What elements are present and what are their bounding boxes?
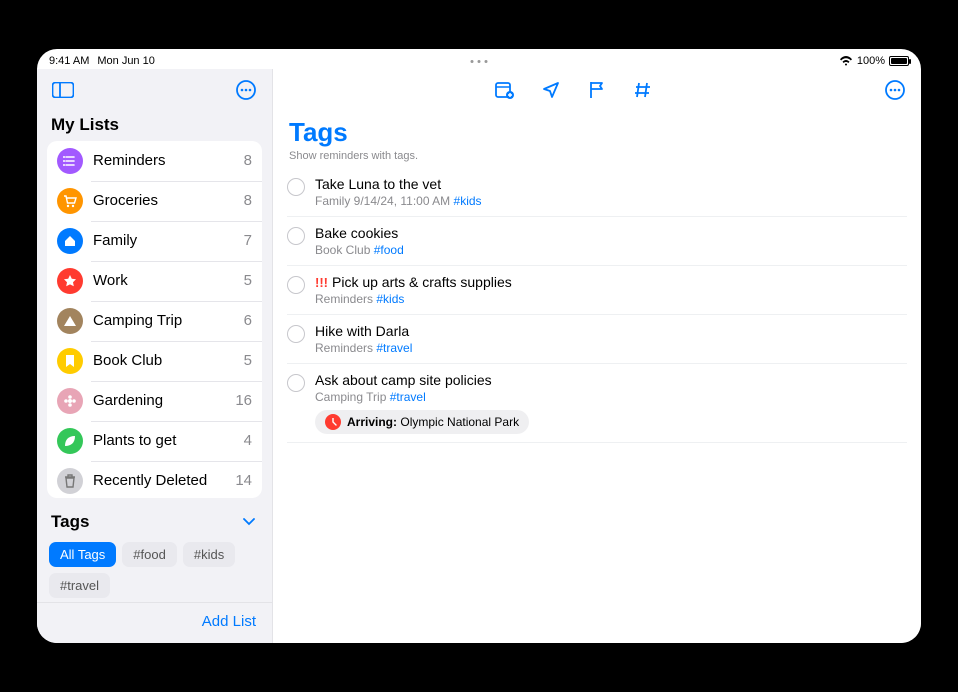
location-badge[interactable]: Arriving: Olympic National Park [315, 410, 529, 434]
reminder-checkbox[interactable] [287, 276, 305, 294]
bookmark-icon [57, 348, 83, 374]
list-name: Camping Trip [93, 312, 234, 329]
add-list-button[interactable]: Add List [202, 613, 256, 630]
tag-pill[interactable]: #kids [183, 542, 235, 567]
reminder-tag[interactable]: #travel [376, 341, 412, 355]
battery-pct: 100% [857, 55, 885, 67]
sidebar-list-item[interactable]: Recently Deleted 14 [47, 461, 262, 498]
list-name: Reminders [93, 152, 234, 169]
reminder-tag[interactable]: #food [374, 243, 404, 257]
reminder-tag[interactable]: #kids [376, 292, 404, 306]
tag-pill[interactable]: All Tags [49, 542, 116, 567]
list-name: Groceries [93, 192, 234, 209]
reminder-title: Pick up arts & crafts supplies [332, 274, 512, 290]
list-icon [57, 148, 83, 174]
main-panel: Tags Show reminders with tags. Take Luna… [273, 69, 921, 643]
sidebar-list-item[interactable]: Book Club 5 [47, 341, 262, 381]
sidebar-list-item[interactable]: Gardening 16 [47, 381, 262, 421]
reminder-checkbox[interactable] [287, 227, 305, 245]
sidebar-list-item[interactable]: Plants to get 4 [47, 421, 262, 461]
multitask-dots-icon[interactable] [471, 60, 488, 63]
tent-icon [57, 308, 83, 334]
sidebar-list-item[interactable]: Groceries 8 [47, 181, 262, 221]
sidebar: My Lists Reminders 8 Groceries 8 Family 7 Work… [37, 69, 273, 643]
priority-indicator: !!! [315, 275, 328, 290]
status-date: Mon Jun 10 [97, 55, 154, 67]
reminder-tag[interactable]: #travel [390, 390, 426, 404]
reminder-title: Take Luna to the vet [315, 176, 441, 192]
list-name: Family [93, 232, 234, 249]
sidebar-list-item[interactable]: Camping Trip 6 [47, 301, 262, 341]
list-count: 7 [244, 232, 252, 249]
list-name: Work [93, 272, 234, 289]
chevron-down-icon[interactable] [240, 513, 258, 531]
list-count: 5 [244, 272, 252, 289]
reminder-meta: Family 9/14/24, 11:00 AM [315, 194, 450, 208]
list-count: 6 [244, 312, 252, 329]
more-icon[interactable] [881, 76, 909, 104]
flower-icon [57, 388, 83, 414]
my-lists-header: My Lists [37, 111, 272, 141]
location-label: Arriving: [347, 415, 397, 429]
wifi-icon [839, 56, 853, 66]
location-pin-icon [325, 414, 341, 430]
reminder-item[interactable]: Ask about camp site policies Camping Trip… [287, 364, 907, 443]
list-count: 8 [244, 192, 252, 209]
reminder-title: Ask about camp site policies [315, 372, 492, 388]
reminder-item[interactable]: Take Luna to the vet Family 9/14/24, 11:0… [287, 168, 907, 217]
reminder-title: Bake cookies [315, 225, 398, 241]
battery-icon [889, 56, 909, 66]
more-options-icon[interactable] [232, 76, 260, 104]
home-indicator[interactable] [419, 649, 539, 653]
reminder-item[interactable]: Bake cookies Book Club #food [287, 217, 907, 266]
reminder-tag[interactable]: #kids [454, 194, 482, 208]
reminder-meta: Reminders [315, 292, 373, 306]
list-name: Book Club [93, 352, 234, 369]
hash-icon[interactable] [629, 76, 657, 104]
star-icon [57, 268, 83, 294]
reminder-meta: Camping Trip [315, 390, 386, 404]
list-count: 8 [244, 152, 252, 169]
reminder-item[interactable]: !!! Pick up arts & crafts supplies Reminde… [287, 266, 907, 315]
location-value: Olympic National Park [400, 415, 519, 429]
reminder-meta: Book Club [315, 243, 370, 257]
tag-pill[interactable]: #travel [49, 573, 110, 598]
list-count: 5 [244, 352, 252, 369]
status-bar: 9:41 AM Mon Jun 10 100% [37, 49, 921, 69]
reminder-item[interactable]: Hike with Darla Reminders #travel [287, 315, 907, 364]
calendar-add-icon[interactable] [491, 76, 519, 104]
status-time: 9:41 AM [49, 55, 89, 67]
sidebar-list-item[interactable]: Reminders 8 [47, 141, 262, 181]
list-count: 16 [235, 392, 252, 409]
home-icon [57, 228, 83, 254]
reminder-meta: Reminders [315, 341, 373, 355]
cart-icon [57, 188, 83, 214]
tag-pill[interactable]: #food [122, 542, 177, 567]
sidebar-toggle-icon[interactable] [49, 76, 77, 104]
leaf-icon [57, 428, 83, 454]
list-name: Recently Deleted [93, 472, 225, 489]
trash-icon [57, 468, 83, 494]
list-count: 4 [244, 432, 252, 449]
page-title: Tags [273, 111, 921, 150]
list-name: Plants to get [93, 432, 234, 449]
page-subtitle: Show reminders with tags. [273, 150, 921, 168]
location-arrow-icon[interactable] [537, 76, 565, 104]
reminder-checkbox[interactable] [287, 178, 305, 196]
list-count: 14 [235, 472, 252, 489]
reminder-title: Hike with Darla [315, 323, 409, 339]
sidebar-list-item[interactable]: Work 5 [47, 261, 262, 301]
tags-header: Tags [51, 512, 89, 532]
list-name: Gardening [93, 392, 225, 409]
reminder-checkbox[interactable] [287, 374, 305, 392]
reminder-checkbox[interactable] [287, 325, 305, 343]
flag-icon[interactable] [583, 76, 611, 104]
sidebar-list-item[interactable]: Family 7 [47, 221, 262, 261]
